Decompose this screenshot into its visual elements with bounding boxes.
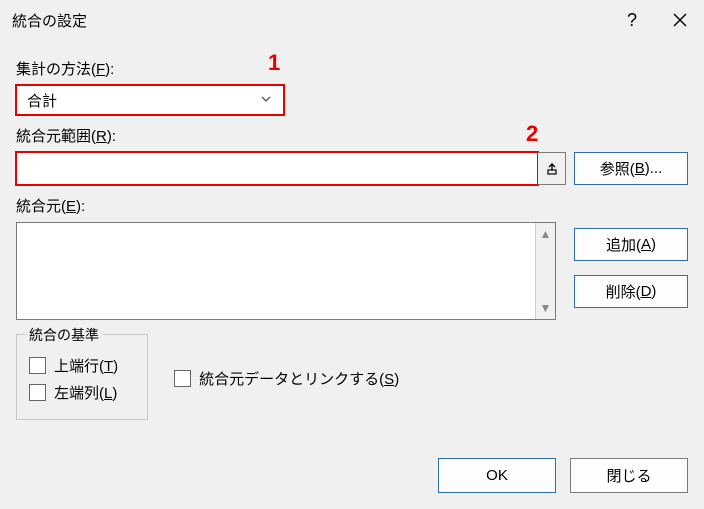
function-dropdown[interactable]: 合計 (16, 85, 284, 115)
use-labels-group: 統合の基準 上端行(T) 左端列(L) (16, 334, 148, 420)
all-references-label: 統合元(E): (16, 195, 688, 216)
close-button[interactable]: 閉じる (570, 458, 688, 493)
left-col-checkbox[interactable] (29, 384, 46, 401)
reference-input[interactable] (16, 152, 538, 185)
top-row-checkbox-row[interactable]: 上端行(T) (29, 355, 135, 376)
list-scrollbar[interactable]: ▲ ▼ (535, 223, 555, 319)
reference-input-wrap (16, 152, 566, 185)
scroll-down-icon: ▼ (540, 301, 552, 315)
link-source-label: 統合元データとリンクする(S) (199, 368, 399, 389)
function-label: 集計の方法(F): (16, 58, 688, 79)
annotation-1: 1 (268, 50, 280, 76)
top-row-label: 上端行(T) (54, 355, 118, 376)
range-picker-icon (545, 162, 559, 176)
link-source-checkbox-row[interactable]: 統合元データとリンクする(S) (174, 368, 399, 389)
chevron-down-icon (257, 92, 275, 109)
top-row-checkbox[interactable] (29, 357, 46, 374)
delete-button[interactable]: 削除(D) (574, 275, 688, 308)
scroll-up-icon: ▲ (540, 227, 552, 241)
close-window-button[interactable] (656, 0, 704, 40)
consolidate-dialog: 統合の設定 ? 集計の方法(F): 1 合計 統合元範囲(R): 2 (0, 0, 704, 509)
annotation-2: 2 (526, 121, 538, 147)
browse-button[interactable]: 参照(B)... (574, 152, 688, 185)
titlebar: 統合の設定 ? (0, 0, 704, 40)
function-selected: 合計 (27, 90, 257, 111)
reference-label: 統合元範囲(R): (16, 125, 688, 146)
link-source-checkbox[interactable] (174, 370, 191, 387)
left-col-checkbox-row[interactable]: 左端列(L) (29, 382, 135, 403)
add-button[interactable]: 追加(A) (574, 228, 688, 261)
left-col-label: 左端列(L) (54, 382, 117, 403)
ok-button[interactable]: OK (438, 458, 556, 493)
help-button[interactable]: ? (608, 0, 656, 40)
use-labels-legend: 統合の基準 (25, 325, 103, 345)
dialog-title: 統合の設定 (12, 10, 608, 31)
all-references-list[interactable]: ▲ ▼ (16, 222, 556, 320)
collapse-dialog-button[interactable] (538, 152, 566, 185)
close-icon (673, 13, 687, 27)
